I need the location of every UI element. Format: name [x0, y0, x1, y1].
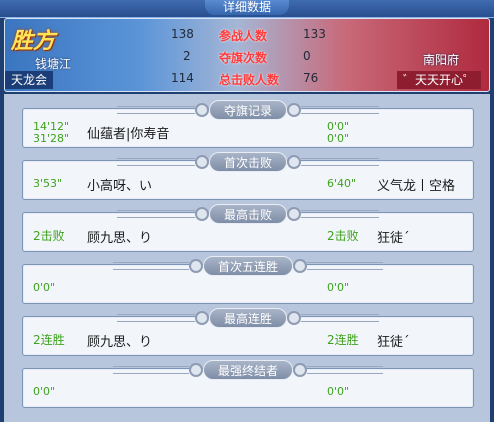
right-time-2: 0'0": [327, 132, 350, 145]
swirl-icon: [287, 103, 301, 117]
swirl-icon: [189, 259, 203, 273]
right-value: 6'40": [327, 177, 357, 190]
left-player: 仙蕴者|你寿音: [87, 127, 170, 142]
scoreboard: 胜方 钱塘江 天龙会 138 参战人数 133 2 夺旗次数 0 114 总击败…: [4, 18, 490, 92]
swirl-icon: [194, 103, 209, 117]
left-server: 钱塘江: [35, 57, 72, 71]
swirl-icon: [293, 259, 307, 273]
section-first-kill: 首次击败 3'53" 小高呀、い 6'40" 义气龙丨空格: [22, 152, 474, 200]
ornament-left: [113, 366, 190, 374]
right-guild: ゛天天开心゜: [397, 71, 482, 89]
section-max-streak: 最高连胜 2连胜 顾九思、り 2连胜 狂徒´: [22, 308, 474, 356]
right-server: 南阳府: [423, 53, 460, 67]
left-guild: 天龙会: [5, 71, 54, 89]
left-player: 顾九思、り: [87, 231, 153, 246]
right-player: 狂徒´: [377, 335, 410, 350]
swirl-icon: [287, 155, 301, 169]
left-value: 2击败: [33, 229, 65, 243]
section-title: 夺旗记录: [208, 100, 287, 120]
left-value: 2连胜: [33, 333, 65, 347]
right-player: 义气龙丨空格: [377, 179, 456, 194]
details-panel: 夺旗记录 14'12" 31'28" 仙蕴者|你寿音 0'0" 0'0" 首次击…: [4, 94, 490, 422]
swirl-icon: [287, 207, 301, 221]
right-player: 狂徒´: [377, 231, 410, 246]
section-header: 最高击败: [113, 203, 383, 225]
swirl-icon: [287, 311, 301, 325]
swirl-icon: [194, 207, 209, 221]
section-first-five-streak: 首次五连胜 0'0" 0'0": [22, 256, 474, 304]
section-title: 最高击败: [208, 204, 287, 224]
left-player: 顾九思、り: [87, 335, 153, 350]
left-time: 14'12" 31'28": [33, 121, 69, 145]
stat-label-participants: 参战人数: [219, 29, 268, 43]
stat-right-kills: 76: [303, 71, 319, 85]
stat-left-flags: 2: [183, 49, 191, 63]
ornament-right: [306, 366, 383, 374]
ornament-right: [306, 262, 383, 270]
ornament-right: [301, 314, 379, 322]
right-value: 0'0": [327, 385, 350, 398]
ornament-left: [116, 210, 195, 218]
swirl-icon: [194, 311, 209, 325]
section-title: 首次击败: [208, 152, 287, 172]
section-header: 最高连胜: [113, 307, 383, 329]
right-value: 2连胜: [327, 333, 359, 347]
stat-left-participants: 138: [171, 27, 194, 41]
stat-label-kills: 总击败人数: [219, 73, 280, 87]
section-header: 最强终结者: [113, 359, 383, 381]
stat-left-kills: 114: [171, 71, 194, 85]
section-header: 夺旗记录: [113, 99, 383, 121]
right-time: 0'0" 0'0": [327, 121, 349, 145]
window-titlebar: 详细数据: [0, 0, 494, 18]
section-flag-record: 夺旗记录 14'12" 31'28" 仙蕴者|你寿音 0'0" 0'0": [22, 100, 474, 148]
stat-right-participants: 133: [303, 27, 326, 41]
left-value: 0'0": [33, 385, 56, 398]
right-value: 0'0": [327, 281, 350, 294]
section-title: 最强终结者: [202, 360, 293, 380]
section-title: 首次五连胜: [202, 256, 293, 276]
window-title: 详细数据: [204, 0, 289, 15]
left-value: 3'53": [33, 177, 63, 190]
swirl-icon: [293, 363, 307, 377]
swirl-icon: [194, 155, 209, 169]
ornament-right: [301, 210, 379, 218]
section-header: 首次五连胜: [113, 255, 383, 277]
ornament-left: [113, 262, 190, 270]
left-player: 小高呀、い: [87, 179, 153, 194]
swirl-icon: [189, 363, 203, 377]
left-time-2: 31'28": [33, 132, 70, 145]
ornament-left: [116, 106, 195, 114]
stat-right-flags: 0: [303, 49, 311, 63]
victory-label: 胜方: [11, 28, 56, 54]
ornament-left: [116, 158, 195, 166]
stat-label-flags: 夺旗次数: [219, 51, 268, 65]
section-strongest-terminator: 最强终结者 0'0" 0'0": [22, 360, 474, 408]
right-value: 2击败: [327, 229, 359, 243]
ornament-right: [301, 158, 379, 166]
ornament-left: [116, 314, 195, 322]
section-header: 首次击败: [113, 151, 383, 173]
section-max-kills: 最高击败 2击败 顾九思、り 2击败 狂徒´: [22, 204, 474, 252]
ornament-right: [301, 106, 379, 114]
left-value: 0'0": [33, 281, 56, 294]
section-title: 最高连胜: [208, 308, 287, 328]
